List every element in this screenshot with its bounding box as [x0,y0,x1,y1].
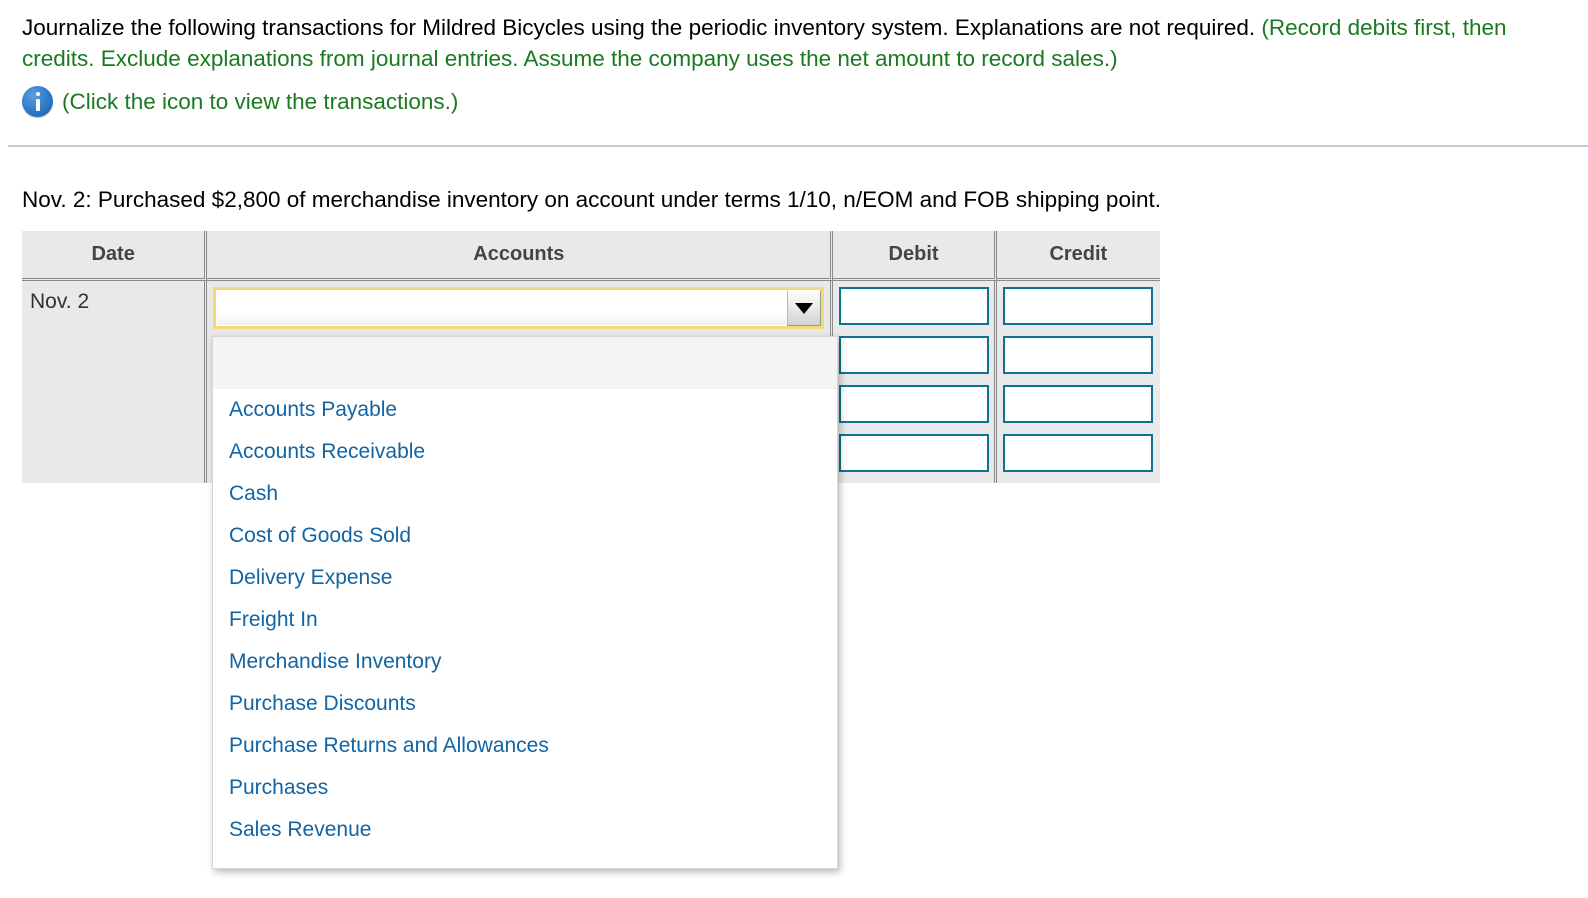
problem-text-black: Journalize the following transactions fo… [22,15,1262,40]
debit-input-2[interactable] [838,336,989,374]
dropdown-option[interactable]: Purchase Returns and Allowances [213,725,837,767]
dropdown-option[interactable]: Sales Revenue [213,809,837,851]
accounts-dropdown-list[interactable]: Accounts Payable Accounts Receivable Cash C… [212,336,838,869]
problem-statement: Journalize the following transactions fo… [22,12,1537,74]
accounts-select[interactable] [213,287,825,329]
credit-input-4[interactable] [1003,434,1154,472]
transaction-description: Nov. 2: Purchased $2,800 of merchandise … [22,187,1161,212]
accounts-select-wrapper [213,287,825,329]
debit-input-3[interactable] [838,385,989,423]
dropdown-option[interactable]: Merchandise Inventory [213,641,837,683]
dropdown-option-blank[interactable] [213,337,837,389]
dropdown-option[interactable]: Freight In [213,599,837,641]
dropdown-option[interactable]: Accounts Receivable [213,431,837,473]
credit-input-2[interactable] [1003,336,1154,374]
column-header-debit: Debit [833,231,997,281]
column-header-credit: Credit [996,231,1160,281]
dropdown-option[interactable]: Purchases [213,767,837,809]
cell-debit [833,281,997,483]
debit-input-1[interactable] [838,287,989,325]
cell-credit [996,281,1160,483]
dropdown-option[interactable]: Accounts Payable [213,389,837,431]
accounts-select-value[interactable] [216,290,788,326]
dropdown-option[interactable]: Cost of Goods Sold [213,515,837,557]
cell-date: Nov. 2 [22,281,208,483]
view-transactions-row: (Click the icon to view the transactions… [22,86,458,117]
info-icon[interactable] [22,86,53,117]
column-header-accounts: Accounts [207,231,834,281]
credit-input-3[interactable] [1003,385,1154,423]
table-header-row: Date Accounts Debit Credit [22,231,1160,281]
column-header-date: Date [22,231,208,281]
chevron-down-icon[interactable] [787,290,822,326]
credit-input-1[interactable] [1003,287,1154,325]
caret-down-glyph [795,302,814,314]
dropdown-option[interactable]: Delivery Expense [213,557,837,599]
dropdown-option[interactable]: Cash [213,473,837,515]
section-divider [8,145,1588,147]
dropdown-option[interactable]: Purchase Discounts [213,683,837,725]
info-icon-caption: (Click the icon to view the transactions… [62,89,459,114]
debit-input-4[interactable] [838,434,989,472]
